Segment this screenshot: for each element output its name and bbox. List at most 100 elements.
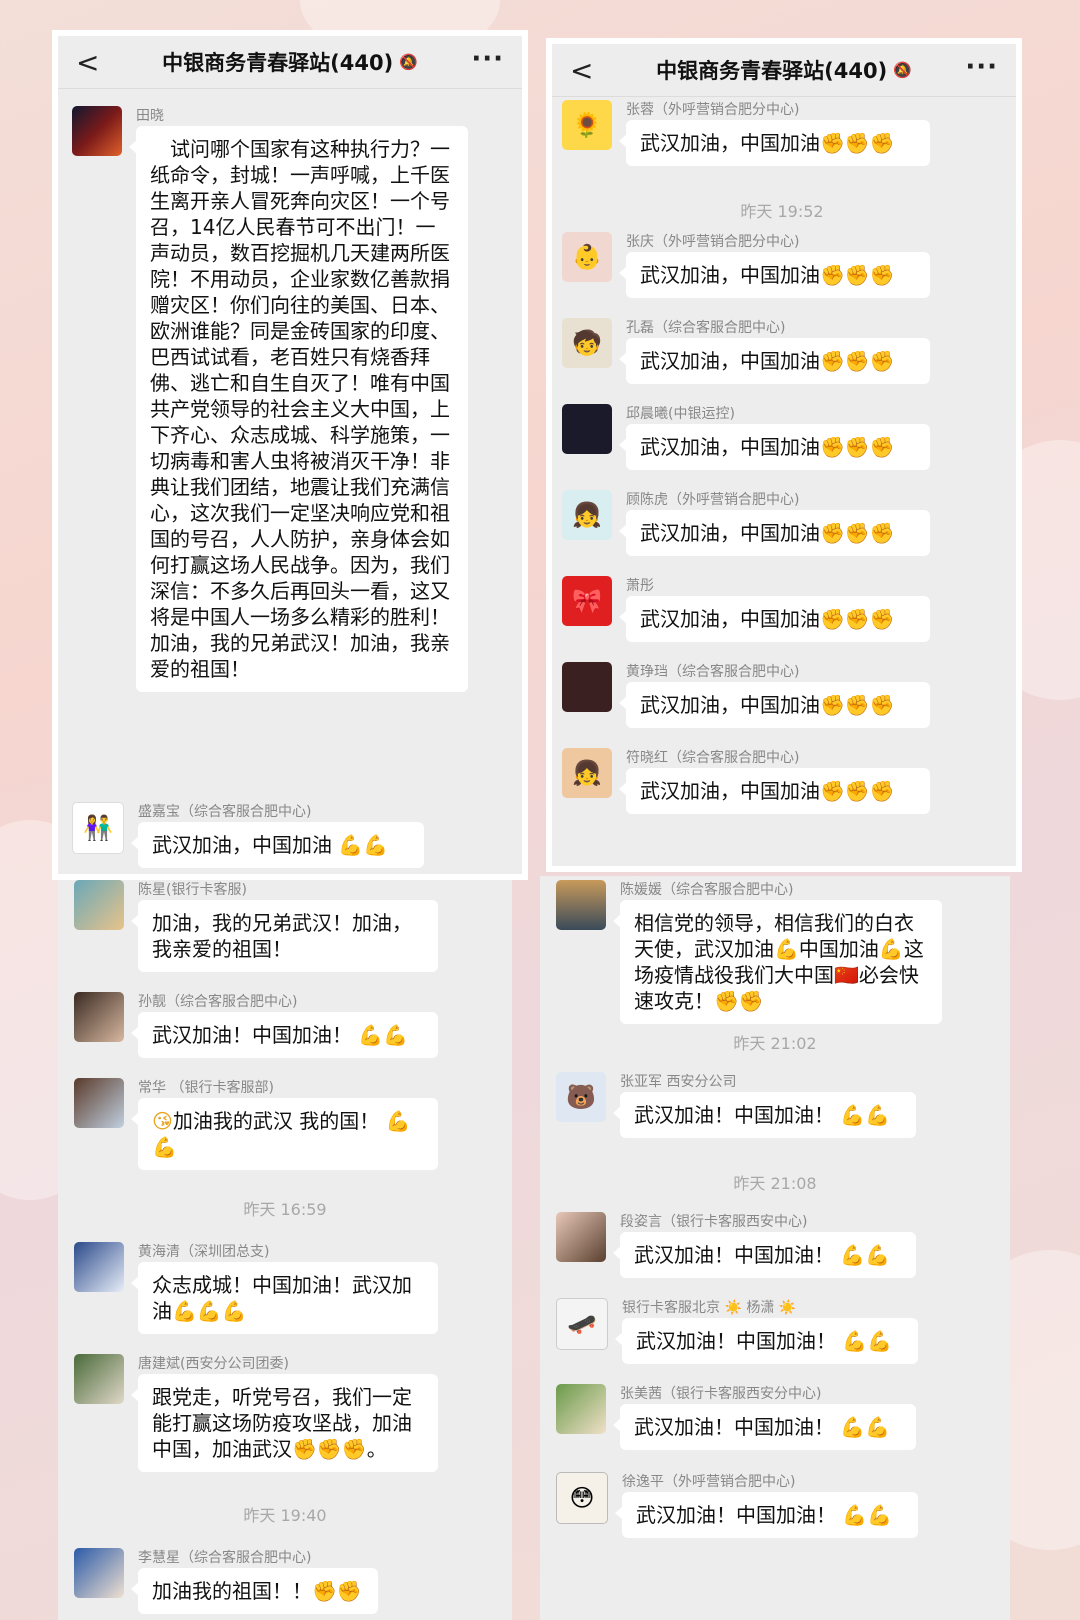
avatar[interactable]: 😳 (556, 1472, 608, 1524)
avatar[interactable]: 🐻 (556, 1072, 606, 1122)
avatar[interactable] (74, 1078, 124, 1128)
message-bubble[interactable]: 武汉加油！中国加油！ 💪💪 (615, 1492, 918, 1538)
avatar[interactable]: 👫 (72, 802, 124, 854)
fist-emoji: ✊ (820, 131, 845, 155)
message-bubble[interactable]: 武汉加油！中国加油！ 💪💪 (131, 1012, 438, 1058)
avatar[interactable] (556, 1212, 606, 1262)
muscle-emoji: 💪 (865, 1415, 891, 1439)
sender-name: 徐逸平（外呼营销合肥中心) (622, 1474, 796, 1490)
sender-name: 张蓉（外呼营销合肥分中心) (626, 102, 800, 118)
more-icon[interactable]: ··· (471, 44, 504, 74)
chat-panel-bottom-right: 陈媛媛（综合客服合肥中心) 相信党的领导，相信我们的白衣天使，武汉加油💪中国加油… (540, 876, 1010, 1620)
message-bubble[interactable]: 😘加油我的武汉 我的国！ 💪 💪 (131, 1098, 438, 1170)
message-bubble[interactable]: 武汉加油！中国加油！ 💪💪 (613, 1092, 916, 1138)
message: 👶 张庆（外呼营销合肥分中心) 武汉加油，中国加油✊✊✊ (562, 232, 1002, 318)
avatar[interactable] (562, 404, 612, 454)
timestamp: 昨天 19:40 (243, 1506, 327, 1525)
avatar[interactable] (556, 1384, 606, 1434)
sender-name: 盛嘉宝（综合客服合肥中心) (138, 804, 312, 820)
message-bubble[interactable]: 武汉加油，中国加油✊✊✊ (619, 596, 930, 642)
message-bubble[interactable]: 武汉加油！中国加油！ 💪💪 (615, 1318, 918, 1364)
avatar[interactable] (562, 662, 612, 712)
message: 🌻 张蓉（外呼营销合肥分中心) 武汉加油，中国加油✊✊✊ (562, 100, 1002, 192)
message-text: 武汉加油！中国加油！ (636, 1503, 836, 1527)
message-bubble[interactable]: 加油我的祖国！！✊✊ (131, 1568, 378, 1614)
avatar[interactable]: 🛹 (556, 1298, 608, 1350)
message-bubble[interactable]: 武汉加油！中国加油！ 💪💪 (613, 1232, 916, 1278)
avatar[interactable]: 🎀 (562, 576, 612, 626)
sender-name: 萧彤 (626, 578, 654, 594)
message-bubble[interactable]: 武汉加油！中国加油！ 💪💪 (613, 1404, 916, 1450)
muscle-emoji: 💪 (196, 1299, 222, 1323)
bell-off-icon: 🔕 (893, 61, 912, 79)
muscle-emoji: 💪 (383, 1023, 409, 1047)
message: 田晓 试问哪个国家有这种执行力？一纸命令，封城！一声呼喊，上千医生离开亲人冒死奔… (72, 106, 468, 692)
message-bubble[interactable]: 武汉加油，中国加油✊✊✊ (619, 424, 930, 470)
avatar[interactable] (74, 992, 124, 1042)
muscle-emoji: 💪 (358, 1023, 384, 1047)
message: 陈媛媛（综合客服合肥中心) 相信党的领导，相信我们的白衣天使，武汉加油💪中国加油… (556, 880, 942, 1024)
more-icon[interactable]: ··· (965, 52, 998, 82)
sender-name: 邱晨曦(中银运控) (626, 406, 735, 422)
message-bubble[interactable]: 加油，我的兄弟武汉！加油，我亲爱的祖国！ (131, 900, 438, 972)
sender-name: 唐建斌(西安分公司团委) (138, 1356, 289, 1372)
message: 段姿言（银行卡客服西安中心) 武汉加油！中国加油！ 💪💪 (556, 1212, 916, 1278)
message-bubble[interactable]: 武汉加油，中国加油✊✊✊ (619, 510, 930, 556)
avatar[interactable] (72, 106, 122, 156)
avatar[interactable] (74, 880, 124, 930)
message-bubble[interactable]: 武汉加油，中国加油✊✊✊ (619, 120, 930, 166)
message-bubble[interactable]: 武汉加油，中国加油✊✊✊ (619, 682, 930, 728)
fist-emoji: ✊ (844, 131, 870, 155)
avatar[interactable] (74, 1242, 124, 1292)
message-bubble[interactable]: 武汉加油，中国加油✊✊✊ (619, 252, 930, 298)
muscle-emoji: 💪 (867, 1503, 893, 1527)
avatar[interactable]: 👧 (562, 748, 612, 798)
sender-name: 李慧星（综合客服合肥中心) (138, 1550, 312, 1566)
sender-name: 张亚军 西安分公司 (620, 1074, 737, 1090)
fist-emoji: ✊ (316, 1437, 342, 1461)
fist-emoji: ✊ (714, 989, 739, 1013)
muscle-emoji: 💪 (842, 1503, 868, 1527)
message-bubble[interactable]: 武汉加油，中国加油✊✊✊ (619, 768, 930, 814)
fist-emoji: ✊ (820, 693, 845, 717)
back-icon[interactable]: < (570, 54, 593, 87)
message-bubble[interactable]: 武汉加油，中国加油✊✊✊ (619, 338, 930, 384)
fist-emoji: ✊ (869, 779, 895, 803)
timestamp: 昨天 16:59 (243, 1200, 327, 1219)
message-bubble[interactable]: 跟党走，听党号召，我们一定能打赢这场防疫攻坚战，加油中国，加油武汉✊✊✊。 (131, 1374, 438, 1472)
fist-emoji: ✊ (869, 521, 895, 545)
sender-name: 张美茜（银行卡客服西安分中心) (620, 1386, 822, 1402)
sender-name: 符晓红（综合客服合肥中心) (626, 750, 800, 766)
avatar[interactable]: 🧒 (562, 318, 612, 368)
avatar[interactable] (74, 1354, 124, 1404)
sender-name: 陈媛媛（综合客服合肥中心) (620, 882, 794, 898)
fist-emoji: ✊ (336, 1579, 362, 1603)
message: 唐建斌(西安分公司团委) 跟党走，听党号召，我们一定能打赢这场防疫攻坚战，加油中… (74, 1354, 438, 1472)
avatar[interactable]: 👧 (562, 490, 612, 540)
message-bubble[interactable]: 相信党的领导，相信我们的白衣天使，武汉加油💪中国加油💪这场疫情战役我们大中国🇨🇳… (613, 900, 942, 1024)
back-icon[interactable]: < (76, 46, 99, 79)
sender-name: 黄海清（深圳团总支) (138, 1244, 270, 1260)
avatar[interactable]: 🌻 (562, 100, 612, 150)
message-text: 武汉加油！中国加油！ (634, 1243, 834, 1267)
muscle-emoji: 💪 (842, 1329, 868, 1353)
avatar[interactable]: 👶 (562, 232, 612, 282)
message: 邱晨曦(中银运控) 武汉加油，中国加油✊✊✊ (562, 404, 1002, 490)
muscle-emoji: 💪 (865, 1103, 891, 1127)
muscle-emoji: 💪 (363, 833, 389, 857)
avatar[interactable] (74, 1548, 124, 1598)
message: 👧 顾陈虎（外呼营销合肥中心) 武汉加油，中国加油✊✊✊ (562, 490, 1002, 576)
fist-emoji: ✊ (869, 263, 895, 287)
avatar[interactable] (556, 880, 606, 930)
message-bubble[interactable]: 众志成城！中国加油！武汉加油💪💪💪 (131, 1262, 438, 1334)
chat-header: < 中银商务青春驿站(440) 🔕 ··· (58, 36, 522, 89)
message-bubble[interactable]: 试问哪个国家有这种执行力？一纸命令，封城！一声呼喊，上千医生离开亲人冒死奔向灾区… (129, 126, 468, 692)
sender-name: 段姿言（银行卡客服西安中心) (620, 1214, 808, 1230)
chat-panel-top-right: < 中银商务青春驿站(440) 🔕 ··· 🌻 张蓉（外呼营销合肥分中心) 武汉… (546, 38, 1022, 872)
message-bubble[interactable]: 武汉加油，中国加油 💪💪 (131, 822, 424, 868)
muscle-emoji: 💪 (867, 1329, 893, 1353)
chat-panel-top-left: < 中银商务青春驿站(440) 🔕 ··· 田晓 试问哪个国家有这种执行力？一纸… (52, 30, 528, 880)
message-text: 武汉加油，中国加油 (640, 435, 820, 459)
message-text: 武汉加油，中国加油 (152, 833, 332, 857)
sender-name: 孙靓（综合客服合肥中心) (138, 994, 298, 1010)
